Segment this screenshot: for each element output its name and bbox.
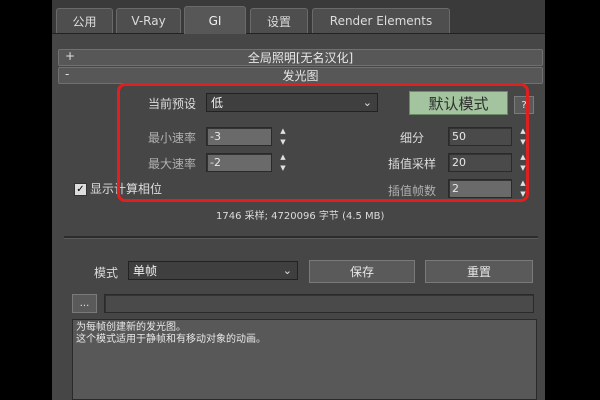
tab-vray[interactable]: V-Ray [116,8,181,33]
sample-stats: 1746 采样; 4720096 字节 (4.5 MB) [216,211,385,222]
tab-settings[interactable]: 设置 [250,8,308,33]
rollout-irradiance-map[interactable]: - 发光图 [58,67,543,84]
tab-bar: 公用 V-Ray GI 设置 Render Elements [52,0,545,34]
mode-dropdown[interactable]: 单帧 ⌄ [128,261,298,280]
rollout-title: 全局照明[无名汉化] [247,51,354,65]
browse-button[interactable]: ... [72,294,97,313]
mode-label: 模式 [94,266,119,280]
tab-common[interactable]: 公用 [56,8,113,33]
reset-button[interactable]: 重置 [425,260,533,283]
highlight-box [117,83,529,202]
save-button[interactable]: 保存 [309,260,415,283]
mode-description: 为每帧创建新的发光图。 这个模式适用于静帧和有移动对象的动画。 [72,319,537,400]
description-line: 这个模式适用于静帧和有移动对象的动画。 [76,334,266,345]
expand-icon: + [65,49,76,63]
rollout-global-illumination[interactable]: + 全局照明[无名汉化] [58,49,543,66]
collapse-icon: - [65,67,70,81]
mode-value: 单帧 [133,264,158,278]
file-path-field[interactable] [104,294,534,313]
tab-gi[interactable]: GI [184,6,246,34]
divider [64,236,538,239]
rollout-title: 发光图 [282,69,319,83]
tab-render-elements[interactable]: Render Elements [312,8,450,33]
show-calc-phase-checkbox[interactable]: ✓ [74,183,87,196]
gi-settings-panel: 公用 V-Ray GI 设置 Render Elements + 全局照明[无名… [52,0,545,400]
description-line: 为每帧创建新的发光图。 [76,322,186,333]
chevron-down-icon: ⌄ [282,264,292,277]
